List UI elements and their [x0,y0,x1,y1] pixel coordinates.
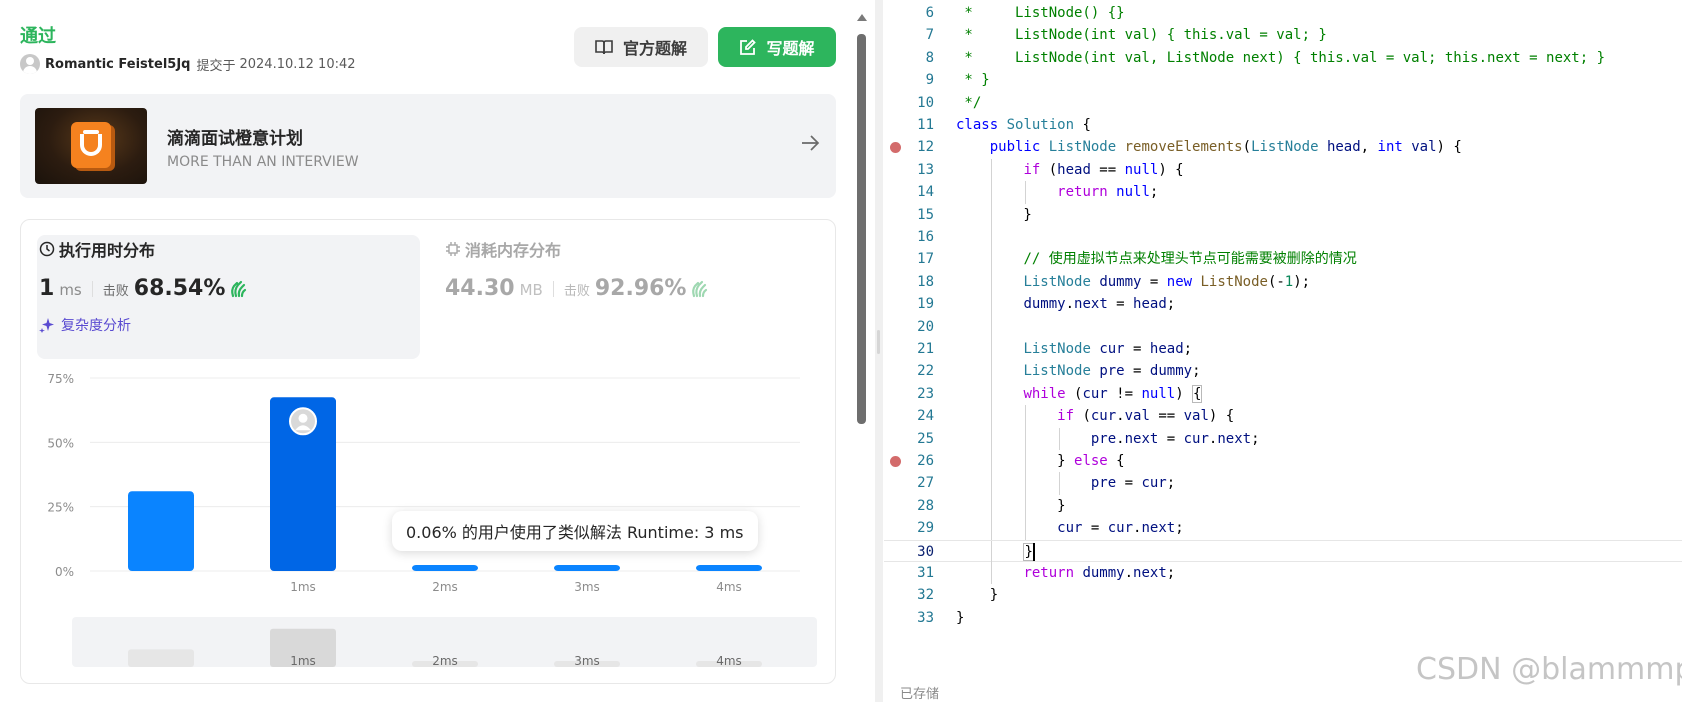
code-line[interactable]: 25 pre.next = cur.next; [884,427,1682,450]
code-line[interactable]: 7 * ListNode(int val) { this.val = val; … [884,24,1682,46]
code-editor[interactable]: 6 * ListNode() {} 7 * ListNode(int val) … [884,0,1682,702]
code-line[interactable]: 8 * ListNode(int val, ListNode next) { t… [884,47,1682,69]
code-line[interactable]: 17 // 使用虚拟节点来处理头节点可能需要被删除的情况 [884,248,1682,271]
mini-x-tick-label: 1ms [290,654,316,668]
code-line[interactable]: 10 */ [884,92,1682,114]
mini-chart-bar [128,649,194,667]
mini-x-tick-label: 3ms [574,654,600,668]
code-line[interactable]: 11 class Solution { [884,114,1682,136]
code-line[interactable]: 14 return null; [884,181,1682,204]
code-line[interactable]: 24 if (cur.val == val) { [884,405,1682,428]
code-line[interactable]: 27 pre = cur; [884,472,1682,495]
code-line[interactable]: 26 } else { [884,450,1682,473]
code-line[interactable]: 32 } [884,584,1682,606]
saved-status: 已存储 [900,687,940,702]
mini-x-tick-label: 4ms [716,654,742,668]
code-line[interactable]: 20 [884,315,1682,338]
code-line[interactable]: 9 * } [884,69,1682,91]
code-line[interactable]: 15 } [884,203,1682,226]
code-line-current[interactable]: 30 } [884,539,1682,563]
code-line[interactable]: 16 [884,226,1682,249]
chart-tooltip: 0.06% 的用户使用了类似解法 Runtime: 3 ms [392,511,758,551]
code-line[interactable]: 29 cur = cur.next; [884,517,1682,540]
code-line[interactable]: 6 * ListNode() {} [884,2,1682,24]
code-line[interactable]: 22 ListNode pre = dummy; [884,360,1682,383]
chart-range-mini-chart[interactable]: 1ms 2ms 3ms 4ms [0,0,872,702]
code-line[interactable]: 13 if (head == null) { [884,158,1682,182]
code-line[interactable]: 12 public ListNode removeElements(ListNo… [884,136,1682,158]
text-cursor [1032,542,1035,561]
app-root: 通过 Romantic Feistel5Jq 提交于 2024.10.12 10… [0,0,1682,702]
scroll-up-icon[interactable] [856,12,868,22]
scrollbar-thumb[interactable] [857,34,866,424]
code-line[interactable]: 31 return dummy.next; [884,562,1682,585]
code-line[interactable]: 28 } [884,494,1682,518]
watermark: CSDN @blammmp [1416,652,1682,687]
code-line[interactable]: 19 dummy.next = head; [884,293,1682,316]
code-line[interactable]: 23 while (cur != null) { [884,382,1682,406]
resize-handle-icon[interactable] [877,330,880,354]
mini-x-tick-label: 2ms [432,654,458,668]
code-line[interactable]: 18 ListNode dummy = new ListNode(-1); [884,270,1682,294]
code-line[interactable]: 21 ListNode cur = head; [884,338,1682,361]
submission-panel: 通过 Romantic Feistel5Jq 提交于 2024.10.12 10… [0,0,872,702]
code-line[interactable]: 33} [884,607,1682,629]
